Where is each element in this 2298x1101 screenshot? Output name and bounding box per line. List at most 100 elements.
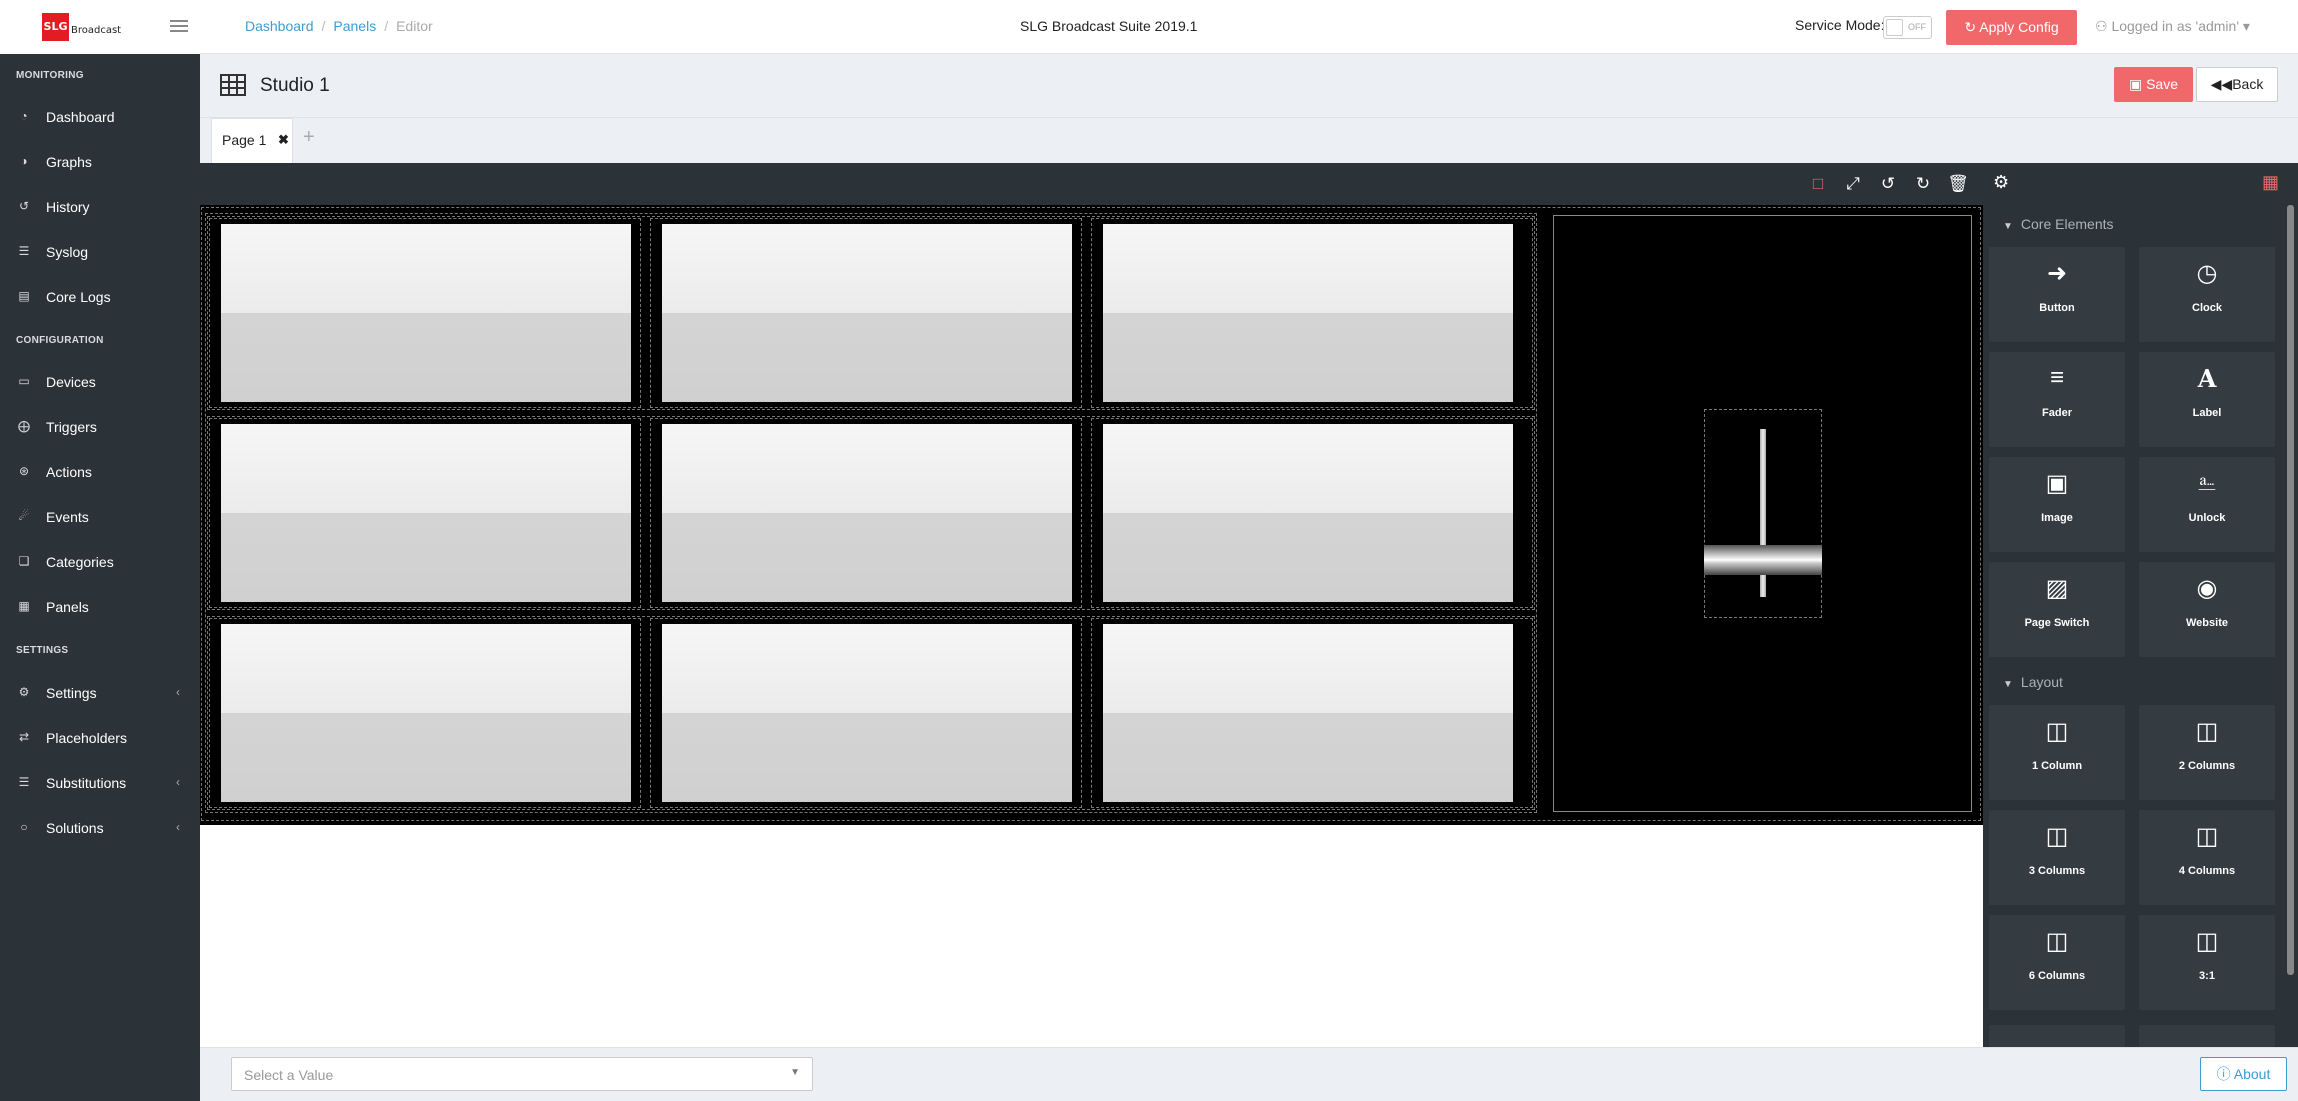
- breadcrumb-dashboard[interactable]: Dashboard: [245, 18, 314, 34]
- sidebar-item-dashboard[interactable]: ◔ Dashboard: [0, 97, 200, 137]
- core-elements-section[interactable]: ▼ Core Elements: [2003, 216, 2114, 232]
- panel-button[interactable]: [221, 624, 631, 802]
- sidebar-item-solutions[interactable]: ○ Solutions ‹: [0, 808, 200, 848]
- sidebar-item-panels[interactable]: ▦ Panels: [0, 587, 200, 627]
- add-tab-icon[interactable]: +: [303, 126, 315, 149]
- back-button[interactable]: ◀◀Back: [2196, 67, 2278, 102]
- save-label: Save: [2146, 76, 2179, 92]
- tile-label: Website: [2186, 617, 2228, 629]
- tile-3-1[interactable]: ◫ 3:1: [2139, 915, 2275, 1010]
- sidebar-item-settings[interactable]: ⚙ Settings ‹: [0, 673, 200, 713]
- dashboard-icon: ◔: [20, 109, 28, 123]
- tile-label: 2 Columns: [2178, 760, 2236, 772]
- sign-in-icon: ➜: [2046, 260, 2068, 287]
- caret-down-icon: ▼: [2003, 221, 2013, 232]
- panel-button[interactable]: [1103, 224, 1513, 402]
- panel-grid-icon: [220, 74, 246, 96]
- page-title: Studio 1: [260, 75, 330, 96]
- toggle-state: OFF: [1908, 22, 1926, 32]
- tile-partial[interactable]: [2139, 1025, 2275, 1047]
- select-placeholder: Select a Value: [244, 1067, 334, 1083]
- user-icon: ⚇: [2095, 18, 2112, 34]
- tile-partial[interactable]: [1989, 1025, 2125, 1047]
- sidebar-item-label: History: [46, 199, 90, 215]
- sidebar-item-core-logs[interactable]: ▤ Core Logs: [0, 277, 200, 317]
- menu-toggle-icon[interactable]: [170, 17, 188, 35]
- grid-view-icon[interactable]: ▦: [2262, 172, 2279, 193]
- fader-handle[interactable]: [1704, 545, 1822, 575]
- sidebar-item-placeholders[interactable]: ⇄ Placeholders: [0, 718, 200, 758]
- sidebar-item-label: Substitutions: [46, 775, 127, 791]
- panel-button[interactable]: [221, 424, 631, 602]
- sidebar-item-graphs[interactable]: ◑ Graphs: [0, 142, 200, 182]
- sidebar-item-events[interactable]: ☄ Events: [0, 497, 200, 537]
- tab-page-1[interactable]: Page 1 ✖: [211, 118, 293, 163]
- sidebar-item-syslog[interactable]: ☰ Syslog: [0, 232, 200, 272]
- sidebar-item-label: Solutions: [46, 820, 104, 836]
- tile-image[interactable]: ▣ Image: [1989, 457, 2125, 552]
- sidebar-item-history[interactable]: ↺ History: [0, 187, 200, 227]
- value-select[interactable]: Select a Value ▼: [231, 1057, 813, 1091]
- tile-4-columns[interactable]: ◫ 4 Columns: [2139, 810, 2275, 905]
- lightbulb-icon: ○: [20, 820, 28, 834]
- sliders-icon: ≡: [2049, 364, 2064, 391]
- tile-label-text: Label: [2192, 407, 2222, 419]
- about-button[interactable]: ⓘ About: [2200, 1057, 2287, 1091]
- layout-section[interactable]: ▼ Layout: [2003, 674, 2063, 690]
- tile-6-columns[interactable]: ◫ 6 Columns: [1989, 915, 2125, 1010]
- sticky-note-icon: ▨: [2045, 575, 2069, 602]
- crosshair-icon: ⨁: [18, 419, 30, 433]
- backward-icon: ◀◀: [2210, 76, 2233, 92]
- breadcrumb-panels[interactable]: Panels: [333, 18, 376, 34]
- trash-icon[interactable]: 🗑: [1946, 172, 1970, 196]
- tile-label: 1 Column: [2031, 760, 2083, 772]
- sidebar-item-devices[interactable]: ▭ Devices: [0, 362, 200, 402]
- apply-config-button[interactable]: ↻ Apply Config: [1946, 10, 2077, 45]
- panel-scrollbar[interactable]: [2287, 205, 2294, 975]
- tile-label: 3:1: [2199, 970, 2215, 982]
- tile-2-columns[interactable]: ◫ 2 Columns: [2139, 705, 2275, 800]
- sidebar-item-label: Events: [46, 509, 89, 525]
- tile-1-column[interactable]: ◫ 1 Column: [1989, 705, 2125, 800]
- tile-label: Fader: [2042, 407, 2072, 419]
- sidebar-item-label: Core Logs: [46, 289, 111, 305]
- sidebar-item-triggers[interactable]: ⨁ Triggers: [0, 407, 200, 447]
- close-icon[interactable]: ✖: [278, 132, 289, 148]
- user-menu[interactable]: ⚇ Logged in as 'admin' ▾: [2095, 18, 2250, 35]
- breadcrumb: Dashboard / Panels / Editor: [245, 18, 433, 34]
- gear-icon[interactable]: ⚙: [1993, 172, 2009, 193]
- sidebar-item-actions[interactable]: ⊛ Actions: [0, 452, 200, 492]
- save-button[interactable]: ▣ Save: [2114, 67, 2193, 102]
- caret-down-icon: ▾: [2239, 18, 2250, 34]
- sidebar-item-categories[interactable]: ❏ Categories: [0, 542, 200, 582]
- canvas-empty-area[interactable]: [200, 825, 1983, 1047]
- expand-icon[interactable]: ⤢: [1841, 172, 1865, 196]
- panel-button[interactable]: [662, 224, 1072, 402]
- canvas-toolbar: [200, 163, 1983, 205]
- tile-button[interactable]: ➜ Button: [1989, 247, 2125, 342]
- tile-website[interactable]: ◉ Website: [2139, 562, 2275, 657]
- floppy-icon: ▣: [2128, 76, 2147, 92]
- tile-clock[interactable]: ◷ Clock: [2139, 247, 2275, 342]
- service-mode-toggle[interactable]: OFF: [1883, 16, 1932, 39]
- sidebar-item-substitutions[interactable]: ☰ Substitutions ‹: [0, 763, 200, 803]
- gear-icon: ⚙: [18, 685, 30, 699]
- columns-icon: ◫: [2045, 823, 2069, 850]
- tile-label[interactable]: A Label: [2139, 352, 2275, 447]
- panel-button[interactable]: [221, 224, 631, 402]
- logo-word: Broadcast: [71, 25, 122, 36]
- panel-button[interactable]: [1103, 424, 1513, 602]
- undo-icon[interactable]: ↺: [1876, 172, 1900, 196]
- redo-icon[interactable]: ↻: [1911, 172, 1935, 196]
- tile-page-switch[interactable]: ▨ Page Switch: [1989, 562, 2125, 657]
- tile-3-columns[interactable]: ◫ 3 Columns: [1989, 810, 2125, 905]
- sidebar-item-label: Devices: [46, 374, 96, 390]
- panel-button[interactable]: [662, 624, 1072, 802]
- select-square-icon[interactable]: □: [1806, 172, 1830, 196]
- panel-button[interactable]: [662, 424, 1072, 602]
- tile-fader[interactable]: ≡ Fader: [1989, 352, 2125, 447]
- refresh-icon: ↻: [1964, 19, 1980, 35]
- tile-label: Page Switch: [2024, 617, 2090, 629]
- panel-button[interactable]: [1103, 624, 1513, 802]
- tile-unlock[interactable]: ⎁ Unlock: [2139, 457, 2275, 552]
